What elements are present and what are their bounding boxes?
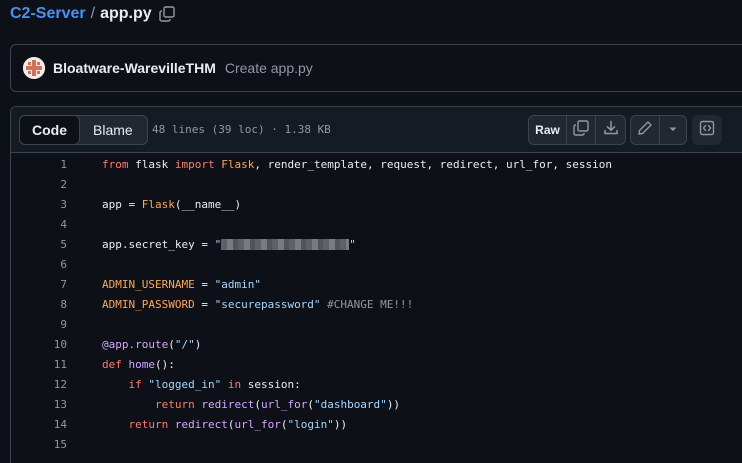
download-icon (603, 120, 619, 141)
code-text: app = Flask(__name__) (102, 197, 242, 211)
line-number[interactable]: 9 (11, 318, 67, 331)
code-line: 4 (11, 214, 742, 234)
code-text: if "logged_in" in session: (128, 377, 301, 391)
file-viewer: Code Blame 48 lines (39 loc) · 1.38 KB R… (10, 106, 742, 463)
line-number[interactable]: 10 (11, 338, 67, 351)
code-line: 14 return redirect(url_for("login")) (11, 414, 742, 434)
avatar[interactable] (23, 57, 45, 79)
code-text: from flask import Flask, render_template… (102, 157, 612, 171)
edit-file-button[interactable] (631, 116, 660, 144)
copy-path-icon[interactable] (158, 6, 175, 22)
copy-icon (573, 119, 589, 141)
code-text: @app.route("/") (102, 337, 202, 351)
line-number[interactable]: 12 (11, 378, 67, 391)
code-text: def home(): (102, 357, 175, 371)
code-line: 15 (11, 434, 742, 454)
line-number[interactable]: 5 (11, 238, 67, 251)
latest-commit-box: Bloatware-WarevilleTHM Create app.py (10, 44, 742, 92)
line-number[interactable]: 2 (11, 178, 67, 191)
line-number[interactable]: 8 (11, 298, 67, 311)
symbols-panel-button[interactable] (692, 115, 722, 145)
code-line: 9 (11, 314, 742, 334)
file-meta: 48 lines (39 loc) · 1.38 KB (152, 123, 331, 136)
download-button[interactable] (596, 116, 625, 144)
code-text: ADMIN_USERNAME = "admin" (102, 277, 261, 291)
edit-actions-group (630, 115, 687, 145)
code-line: 8 ADMIN_PASSWORD = "securepassword" #CHAN… (11, 294, 742, 314)
raw-actions-group: Raw (528, 115, 626, 145)
breadcrumb: C2-Server / app.py (10, 2, 175, 26)
chevron-down-icon (668, 121, 678, 139)
line-number[interactable]: 15 (11, 438, 67, 451)
line-number[interactable]: 14 (11, 418, 67, 431)
code-line: 6 (11, 254, 742, 274)
tab-code[interactable]: Code (19, 115, 80, 145)
line-number[interactable]: 3 (11, 198, 67, 211)
redacted-secret (221, 239, 350, 250)
breadcrumb-repo-link[interactable]: C2-Server (10, 5, 86, 23)
code-text: return redirect(url_for("dashboard")) (154, 397, 401, 411)
code-text: return redirect(url_for("login")) (128, 417, 348, 431)
tab-blame[interactable]: Blame (79, 116, 147, 144)
commit-author[interactable]: Bloatware-WarevilleTHM (53, 60, 216, 76)
code-line: 11 def home(): (11, 354, 742, 374)
line-number[interactable]: 4 (11, 218, 67, 231)
code-line: 3 app = Flask(__name__) (11, 194, 742, 214)
line-number[interactable]: 6 (11, 258, 67, 271)
code-line: 12 if "logged_in" in session: (11, 374, 742, 394)
code-text: ADMIN_PASSWORD = "securepassword" #CHANG… (102, 297, 414, 311)
line-number[interactable]: 11 (11, 358, 67, 371)
line-number[interactable]: 7 (11, 278, 67, 291)
symbols-icon (699, 120, 715, 141)
code-line: 7 ADMIN_USERNAME = "admin" (11, 274, 742, 294)
line-number[interactable]: 1 (11, 158, 67, 171)
code-line: 13 return redirect(url_for("dashboard")) (11, 394, 742, 414)
code-area: 1 from flask import Flask, render_templat… (11, 154, 742, 454)
code-line: 10 @app.route("/") (11, 334, 742, 354)
code-line: 1 from flask import Flask, render_templat… (11, 154, 742, 174)
edit-more-button[interactable] (660, 116, 686, 144)
pencil-icon (637, 120, 653, 141)
code-text: app.secret_key = " " (102, 237, 356, 251)
breadcrumb-file-name: app.py (100, 5, 152, 22)
file-header: Code Blame 48 lines (39 loc) · 1.38 KB R… (11, 107, 742, 153)
code-line: 2 (11, 174, 742, 194)
code-line: 5 app.secret_key = " " (11, 234, 742, 254)
copy-raw-button[interactable] (567, 116, 596, 144)
commit-message[interactable]: Create app.py (225, 60, 313, 76)
line-number[interactable]: 13 (11, 398, 67, 411)
breadcrumb-separator: / (90, 5, 96, 22)
raw-button[interactable]: Raw (529, 116, 567, 144)
view-mode-toggle: Code Blame (19, 115, 148, 145)
